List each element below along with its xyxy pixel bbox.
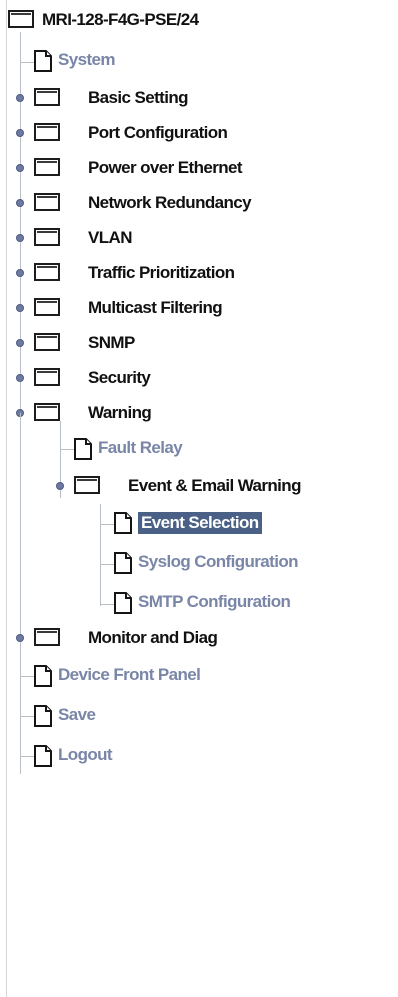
menu-item-fault-relay[interactable]: Fault Relay (74, 438, 183, 460)
menu-item-event-email-warning[interactable]: Event & Email Warning (74, 476, 301, 496)
menu-item-port-configuration[interactable]: Port Configuration (34, 123, 228, 143)
menu-item-label: Logout (58, 745, 113, 764)
tree-line (100, 504, 101, 606)
menu-item-security[interactable]: Security (34, 368, 151, 388)
menu-item-snmp[interactable]: SNMP (34, 333, 135, 353)
menu-item-warning[interactable]: Warning (34, 403, 152, 423)
page-icon (34, 745, 52, 767)
tree-line (100, 524, 114, 525)
menu-item-label: Traffic Prioritization (88, 263, 235, 282)
menu-item-label: Monitor and Diag (88, 628, 218, 647)
menu-item-event-selection[interactable]: Event Selection (114, 512, 262, 534)
menu-item-label: Fault Relay (98, 438, 183, 457)
folder-icon (34, 368, 60, 386)
menu-item-label: SMTP Configuration (138, 592, 291, 611)
menu-item-label: Network Redundancy (88, 193, 252, 212)
tree-root-label: MRI-128-F4G-PSE/24 (42, 10, 199, 29)
menu-item-basic-setting[interactable]: Basic Setting (34, 88, 189, 108)
page-icon (114, 592, 132, 614)
menu-item-system[interactable]: System (34, 50, 115, 72)
menu-item-label: Power over Ethernet (88, 158, 243, 177)
menu-item-logout[interactable]: Logout (34, 745, 113, 767)
menu-item-smtp-configuration[interactable]: SMTP Configuration (114, 592, 291, 614)
menu-item-label: Basic Setting (88, 88, 189, 107)
menu-item-traffic-prioritization[interactable]: Traffic Prioritization (34, 263, 235, 283)
tree-line (20, 32, 21, 774)
menu-item-save[interactable]: Save (34, 705, 96, 727)
tree-line (60, 490, 61, 498)
menu-item-label: Warning (88, 403, 152, 422)
menu-item-label: VLAN (88, 228, 132, 247)
expand-toggle-icon[interactable] (16, 374, 24, 382)
tree-line (20, 756, 34, 757)
folder-icon (74, 476, 100, 494)
page-icon (114, 512, 132, 534)
folder-icon (34, 193, 60, 211)
folder-icon (34, 298, 60, 316)
tree-line (100, 604, 114, 605)
tree-line (60, 421, 61, 489)
page-icon (34, 665, 52, 687)
tree-line (20, 676, 34, 677)
menu-item-label: System (58, 50, 115, 69)
menu-item-label: Device Front Panel (58, 665, 201, 684)
folder-icon (34, 158, 60, 176)
folder-icon (8, 10, 34, 28)
tree-root[interactable]: MRI-128-F4G-PSE/24 (8, 10, 199, 30)
navigation-tree: MRI-128-F4G-PSE/24 System Basic Setting … (0, 0, 398, 997)
expand-toggle-icon[interactable] (16, 269, 24, 277)
expand-toggle-icon[interactable] (16, 199, 24, 207)
expand-toggle-icon[interactable] (16, 94, 24, 102)
page-icon (114, 552, 132, 574)
tree-line (20, 413, 21, 421)
menu-item-network-redundancy[interactable]: Network Redundancy (34, 193, 252, 213)
menu-item-multicast-filtering[interactable]: Multicast Filtering (34, 298, 223, 318)
menu-item-power-over-ethernet[interactable]: Power over Ethernet (34, 158, 243, 178)
menu-item-label: Port Configuration (88, 123, 228, 142)
tree-line (20, 62, 34, 63)
tree-line (60, 449, 74, 450)
menu-item-monitor-and-diag[interactable]: Monitor and Diag (34, 628, 218, 648)
page-icon (34, 705, 52, 727)
page-icon (74, 438, 92, 460)
expand-toggle-icon[interactable] (16, 164, 24, 172)
menu-item-label: Security (88, 368, 151, 387)
menu-item-label: Multicast Filtering (88, 298, 223, 317)
tree-line (100, 564, 114, 565)
page-icon (34, 50, 52, 72)
folder-icon (34, 628, 60, 646)
menu-item-label: Event & Email Warning (128, 476, 301, 495)
folder-icon (34, 333, 60, 351)
collapse-toggle-icon[interactable] (56, 482, 64, 490)
menu-item-device-front-panel[interactable]: Device Front Panel (34, 665, 201, 687)
folder-icon (34, 403, 60, 421)
folder-icon (34, 263, 60, 281)
expand-toggle-icon[interactable] (16, 234, 24, 242)
expand-toggle-icon[interactable] (16, 634, 24, 642)
expand-toggle-icon[interactable] (16, 304, 24, 312)
menu-item-label: SNMP (88, 333, 135, 352)
menu-item-label: Save (58, 705, 96, 724)
expand-toggle-icon[interactable] (16, 339, 24, 347)
folder-icon (34, 123, 60, 141)
expand-toggle-icon[interactable] (16, 129, 24, 137)
tree-line (20, 716, 34, 717)
folder-icon (34, 228, 60, 246)
menu-item-label: Syslog Configuration (138, 552, 298, 571)
menu-item-label-selected: Event Selection (138, 512, 262, 534)
folder-icon (34, 88, 60, 106)
menu-item-syslog-configuration[interactable]: Syslog Configuration (114, 552, 298, 574)
menu-item-vlan[interactable]: VLAN (34, 228, 132, 248)
